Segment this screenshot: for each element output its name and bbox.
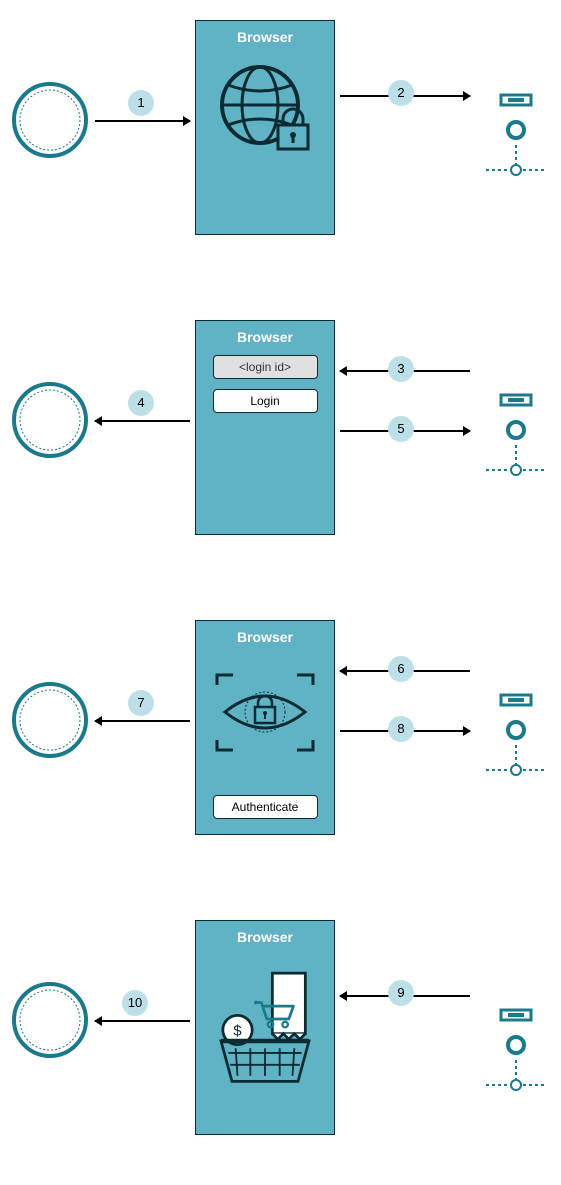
browser-panel-4: Browser $ bbox=[195, 920, 335, 1135]
step-badge-7: 7 bbox=[128, 690, 154, 716]
browser-panel-2: Browser <login id> Login bbox=[195, 320, 335, 535]
eye-lock-icon bbox=[210, 655, 320, 785]
authenticate-button[interactable]: Authenticate bbox=[213, 795, 318, 819]
step-badge-10: 10 bbox=[122, 990, 148, 1016]
step-badge-3: 3 bbox=[388, 356, 414, 382]
user-icon bbox=[10, 80, 90, 160]
shopping-basket-icon: $ bbox=[210, 955, 320, 1105]
step-badge-8: 8 bbox=[388, 716, 414, 742]
user-icon bbox=[10, 680, 90, 760]
step-badge-1: 1 bbox=[128, 90, 154, 116]
server-icon bbox=[481, 90, 551, 200]
arrow-user-to-browser bbox=[95, 120, 190, 122]
browser-title: Browser bbox=[196, 929, 334, 945]
step-badge-6: 6 bbox=[388, 656, 414, 682]
arrow-browser-to-user bbox=[95, 1020, 190, 1022]
step-badge-9: 9 bbox=[388, 980, 414, 1006]
step-badge-5: 5 bbox=[388, 416, 414, 442]
user-icon bbox=[10, 380, 90, 460]
browser-title: Browser bbox=[196, 329, 334, 345]
step-badge-4: 4 bbox=[128, 390, 154, 416]
login-id-input[interactable]: <login id> bbox=[213, 355, 318, 379]
server-icon bbox=[481, 1005, 551, 1115]
server-icon bbox=[481, 690, 551, 800]
browser-panel-3: Browser Authenticate bbox=[195, 620, 335, 835]
browser-title: Browser bbox=[196, 629, 334, 645]
browser-panel-1: Browser bbox=[195, 20, 335, 235]
step-badge-2: 2 bbox=[388, 80, 414, 106]
arrow-browser-to-user bbox=[95, 720, 190, 722]
arrow-browser-to-user bbox=[95, 420, 190, 422]
server-icon bbox=[481, 390, 551, 500]
user-icon bbox=[10, 980, 90, 1060]
svg-text:$: $ bbox=[233, 1024, 241, 1040]
globe-lock-icon bbox=[210, 55, 320, 165]
login-button[interactable]: Login bbox=[213, 389, 318, 413]
browser-title: Browser bbox=[196, 29, 334, 45]
